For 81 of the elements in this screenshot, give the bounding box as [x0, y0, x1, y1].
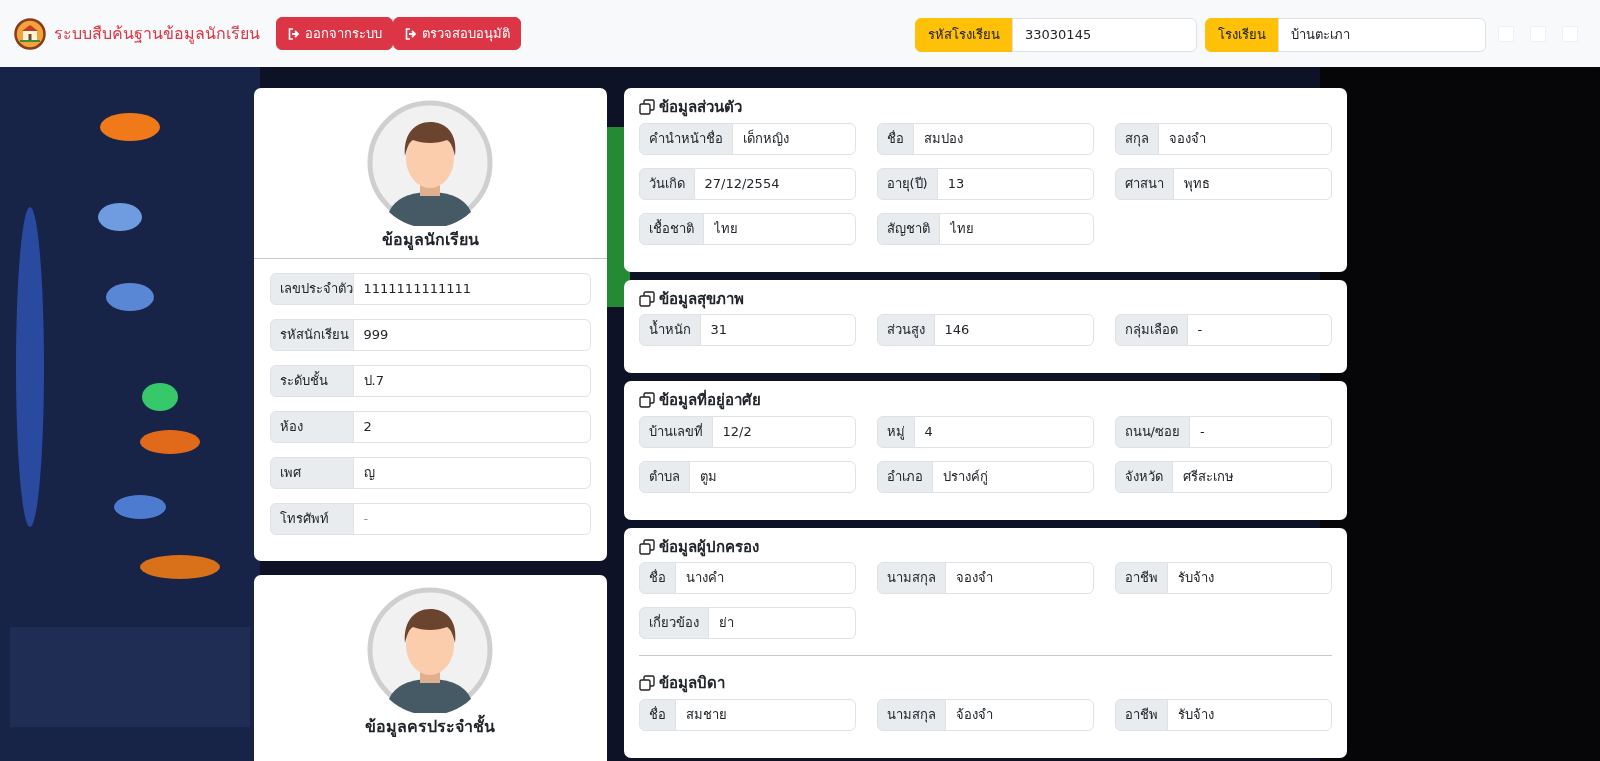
input-field[interactable]: นางคำ [674, 562, 856, 594]
field-label: ชื่อ [876, 122, 914, 155]
field-label: เพศ [269, 457, 354, 489]
sign-out-icon [404, 26, 417, 41]
field-label: เชื้อชาติ [638, 212, 704, 245]
app-title: ระบบสืบค้นฐานข้อมูลนักเรียน [54, 22, 260, 46]
copy-icon [638, 392, 655, 409]
field-label: โทรศัพท์ [269, 503, 354, 535]
input-field[interactable]: 27/12/2554 [693, 167, 856, 200]
field-label: อาชีพ [1114, 698, 1168, 731]
field-label: ถนน/ซอย [1114, 415, 1190, 448]
field-label: ชื่อ [638, 562, 676, 594]
field-label: คำนำหน้าชื่อ [638, 122, 733, 155]
input-field[interactable]: จ้องจำ [944, 698, 1094, 731]
field-label: ส่วนสูง [876, 314, 935, 346]
input-field[interactable]: 33030145 [1012, 18, 1197, 52]
field-label: วันเกิด [638, 167, 695, 200]
input-field[interactable]: สมปอง [912, 122, 1094, 155]
field-label: อำเภอ [876, 460, 933, 493]
field-label: สัญชาติ [876, 212, 940, 245]
field-label: ห้อง [269, 411, 354, 443]
field-label: โรงเรียน [1205, 18, 1279, 52]
input-field[interactable]: เด็กหญิง [731, 122, 856, 155]
input-field[interactable]: 12/2 [711, 415, 856, 448]
header-button[interactable]: ออกจากระบบ [276, 17, 393, 50]
field-label: ศาสนา [1114, 167, 1174, 200]
section-title: ข้อมูลผู้ปกครอง [658, 536, 759, 558]
field-label: สกุล [1114, 122, 1159, 155]
field-label: หมู่ [876, 415, 915, 448]
input-field[interactable]: จองจำ [944, 562, 1094, 594]
field-label: รหัสโรงเรียน [915, 18, 1013, 52]
input-field[interactable]: 1111111111111 [352, 273, 591, 305]
copy-icon [638, 290, 655, 307]
field-label: ระดับชั้น [269, 365, 354, 397]
copy-icon [638, 538, 655, 555]
input-field[interactable]: ไทย [702, 212, 856, 245]
field-label: อาชีพ [1114, 562, 1168, 594]
field-label: อายุ(ปี) [876, 167, 938, 200]
input-field[interactable]: ญ [352, 457, 591, 489]
section-title: ข้อมูลส่วนตัว [658, 97, 742, 119]
field-label: เลขประจำตัว [269, 273, 354, 305]
field-label: กลุ่มเลือด [1114, 314, 1188, 346]
school-logo-icon [14, 17, 46, 50]
input-field[interactable]: - [352, 503, 591, 535]
header-button[interactable]: ตรวจสอบอนุมัติ [393, 17, 521, 50]
input-field[interactable]: - [1188, 415, 1332, 448]
field-label: ชื่อ [638, 698, 676, 731]
input-field[interactable]: 13 [936, 167, 1094, 200]
input-field[interactable]: จองจำ [1157, 122, 1332, 155]
field-label: เกี่ยวข้อง [638, 607, 709, 639]
field-label: น้ำหนัก [638, 314, 701, 346]
input-field[interactable]: 4 [913, 415, 1094, 448]
input-field[interactable]: ปรางค์กู่ [931, 460, 1094, 493]
field-label: นามสกุล [876, 698, 946, 731]
input-field[interactable]: บ้านตะเภา [1278, 18, 1486, 52]
input-field[interactable]: สมชาย [674, 698, 856, 731]
section-title: ข้อมูลที่อยู่อาศัย [658, 389, 761, 412]
field-label: ตำบล [638, 460, 690, 493]
sign-out-icon [287, 26, 300, 41]
field-label: รหัสนักเรียน [269, 319, 354, 351]
copy-icon [638, 675, 655, 692]
field-label: บ้านเลขที่ [638, 415, 713, 448]
field-label: นามสกุล [876, 562, 946, 594]
input-field[interactable]: รับจ้าง [1166, 698, 1332, 731]
input-field[interactable]: รับจ้าง [1166, 562, 1332, 594]
section-title: ข้อมูลสุขภาพ [658, 288, 744, 310]
input-field[interactable]: 31 [699, 314, 856, 346]
input-field[interactable]: ตูม [688, 460, 856, 493]
input-field[interactable]: ไทย [938, 212, 1094, 245]
input-field[interactable]: - [1186, 314, 1332, 346]
input-field[interactable]: ศรีสะเกษ [1171, 460, 1332, 493]
field-label: จังหวัด [1114, 460, 1173, 493]
input-field[interactable]: 2 [352, 411, 591, 443]
copy-icon [638, 99, 655, 116]
input-field[interactable]: พุทธ [1172, 167, 1332, 200]
input-field[interactable]: 146 [933, 314, 1094, 346]
card-title: ข้อมูลนักเรียน [381, 230, 479, 250]
input-field[interactable]: 999 [352, 319, 591, 351]
input-field[interactable]: ย่า [707, 607, 856, 639]
section-title: ข้อมูลบิดา [658, 673, 725, 695]
input-field[interactable]: ป.7 [352, 365, 591, 397]
